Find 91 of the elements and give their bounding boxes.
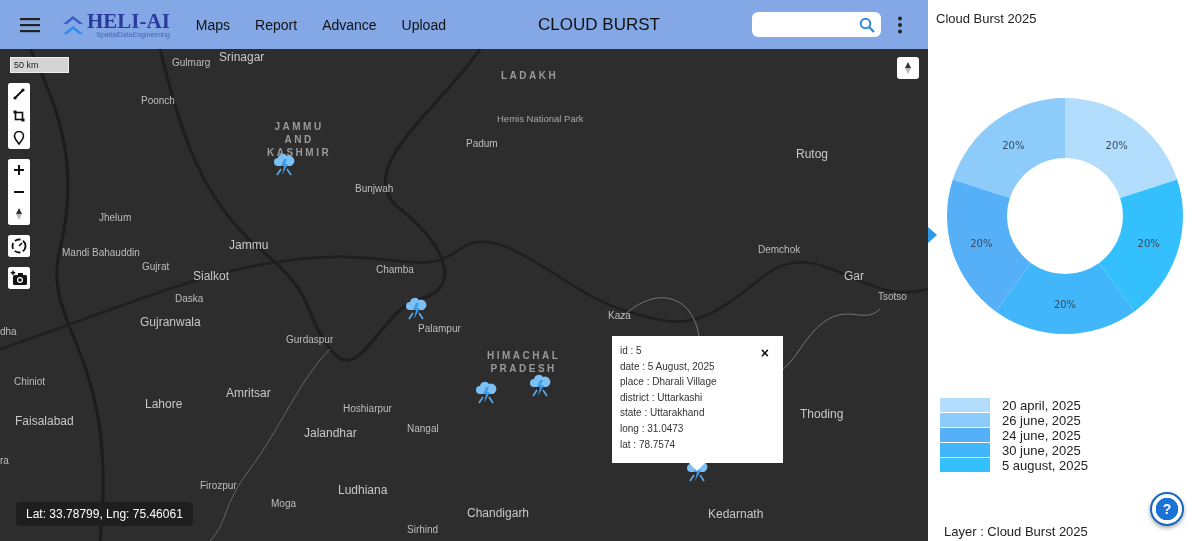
close-button[interactable]: × — [760, 346, 769, 360]
logo-name: HELI-AI — [87, 10, 170, 31]
chart-title: Cloud Burst 2025 — [936, 11, 1038, 26]
popup-field: district : Uttarkashi — [620, 390, 703, 404]
help-button[interactable]: ? — [1150, 492, 1184, 526]
map-place-label: Kaza — [608, 310, 631, 321]
screenshot-button[interactable] — [8, 267, 30, 289]
more-options-icon — [897, 15, 903, 34]
line-icon — [13, 88, 25, 100]
compass-icon — [903, 61, 913, 75]
map-place-label: Gulmarg — [172, 57, 211, 68]
slice-label: 20% — [1137, 238, 1160, 250]
nav-link[interactable]: Maps — [195, 16, 231, 33]
nav-link[interactable]: Upload — [401, 16, 446, 33]
legend-label: 24 june, 2025 — [1002, 427, 1081, 443]
map-place-label: Jammu — [229, 239, 269, 253]
map-place-label: HIMACHAL PRADESH — [486, 349, 562, 375]
cloud-lightning-marker-icon[interactable] — [529, 374, 551, 398]
page-title: CLOUD BURST — [537, 14, 661, 35]
map-place-label: Palampur — [418, 323, 461, 334]
map-place-label: LADAKH — [500, 69, 560, 82]
map-place-label: Chandigarh — [467, 507, 530, 521]
map-place-label: Sirhind — [407, 524, 439, 535]
nav-link[interactable]: Advance — [322, 16, 377, 33]
map-place-label: Nangal — [407, 423, 439, 434]
map-place-label: Hemis National Park — [497, 114, 584, 125]
rotate-button[interactable] — [8, 235, 30, 257]
map-place-label: Chiniot — [14, 376, 46, 387]
map-place-label: Demchok — [758, 244, 801, 255]
map-place-label: Thoding — [800, 408, 844, 422]
map-place-label: Mandi Bahauddin — [62, 247, 140, 258]
popup-field: state : Uttarakhand — [620, 406, 705, 420]
popup-field: long : 31.0473 — [620, 421, 684, 435]
map-place-label: Daska — [175, 293, 204, 304]
map-place-label: Bunjwah — [355, 183, 394, 194]
map-place-label: Kedarnath — [708, 508, 764, 522]
legend-label: 20 april, 2025 — [1002, 397, 1081, 413]
camera-icon — [10, 270, 28, 286]
map-place-label: Gar — [844, 270, 864, 284]
layer-label: Layer : Cloud Burst 2025 — [944, 524, 1088, 539]
cloud-lightning-marker-icon[interactable] — [475, 381, 497, 405]
map-place-label: Faisalabad — [15, 415, 74, 429]
cloud-lightning-marker-icon[interactable] — [405, 297, 427, 321]
slice-label: 20% — [1053, 299, 1077, 310]
legend-label: 30 june, 2025 — [1002, 442, 1081, 458]
map-place-label: Rutog — [796, 148, 829, 162]
map-place-label: Amritsar — [226, 387, 271, 401]
popup-field: place : Dharali Village — [620, 375, 717, 389]
more-options-button[interactable] — [895, 15, 905, 34]
map-pin-icon — [13, 131, 25, 145]
popup-pointer-icon — [689, 463, 705, 471]
dashed-circle-icon — [11, 238, 27, 254]
slice-label: 20% — [970, 238, 993, 250]
map-place-label: ra — [0, 455, 9, 466]
search-icon — [859, 16, 875, 33]
nav-link[interactable]: Report — [255, 16, 298, 33]
logo-chevron-icon — [61, 13, 85, 36]
map-place-label: Padum — [466, 138, 498, 149]
legend-label: 26 june, 2025 — [1002, 412, 1081, 428]
map-place-label: Gurdaspur — [286, 334, 334, 345]
search-field[interactable] — [752, 12, 881, 37]
map-place-label: Sialkot — [193, 270, 230, 284]
slice-label: 20% — [1105, 139, 1128, 151]
map-place-label: Tsotso — [878, 291, 907, 302]
map-place-label: Jalandhar — [304, 427, 357, 441]
slice-label: 20% — [1002, 139, 1025, 151]
map-view[interactable] — [0, 49, 928, 541]
map-place-label: Firozpur — [200, 480, 237, 491]
map-place-label: Gujrat — [142, 261, 170, 272]
menu-icon — [20, 16, 40, 33]
legend-label: 5 august, 2025 — [1002, 457, 1089, 473]
rectangle-icon — [13, 110, 25, 122]
map-place-label: Jhelum — [99, 212, 132, 223]
compass-button[interactable] — [897, 57, 919, 79]
map-place-label: dha — [0, 326, 17, 337]
scale-bar: 50 km — [10, 57, 69, 73]
map-place-label: Moga — [271, 498, 296, 509]
compass-icon — [14, 207, 24, 221]
coordinates-display: Lat: 33.78799, Lng: 75.46061 — [16, 502, 193, 526]
map-place-label: Chamba — [376, 264, 414, 275]
map-place-label: Poonch — [141, 95, 175, 106]
popup-field: date : 5 August, 2025 — [620, 359, 715, 373]
popup-field: id : 5 — [620, 344, 642, 357]
map-place-label: Ludhiana — [338, 484, 388, 498]
popup-field: lat : 78.7574 — [620, 437, 676, 451]
map-place-label: Lahore — [145, 398, 183, 412]
map-place-label: Srinagar — [219, 51, 265, 65]
map-place-label: Hoshiarpur — [343, 403, 392, 414]
map-place-label: Gujranwala — [140, 316, 201, 330]
plus-icon — [13, 164, 25, 176]
map-place-label: JAMMU AND KASHMIR — [266, 120, 333, 159]
